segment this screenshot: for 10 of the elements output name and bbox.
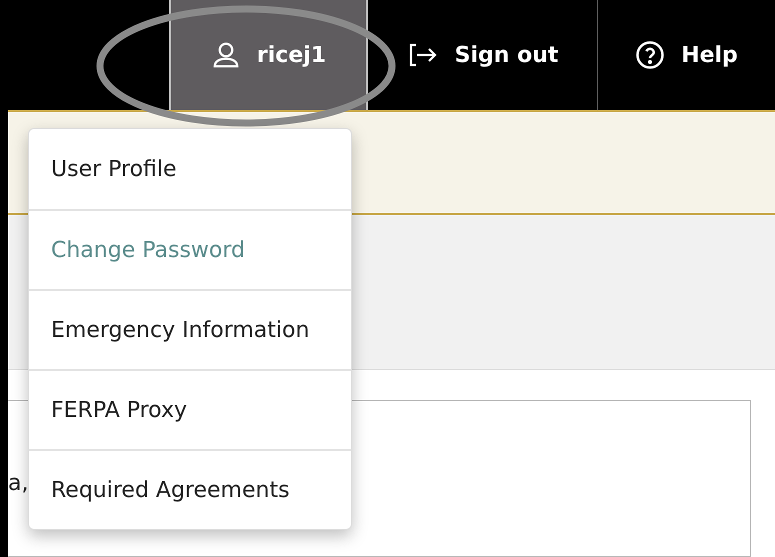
text-fragment: a,: [8, 473, 28, 495]
menu-item[interactable]: Change Password: [29, 209, 351, 289]
help-icon: [635, 40, 666, 70]
help-button[interactable]: Help: [598, 0, 775, 110]
menu-item[interactable]: Required Agreements: [29, 449, 351, 529]
user-icon: [210, 40, 241, 70]
menu-item[interactable]: FERPA Proxy: [29, 369, 351, 449]
menu-item[interactable]: User Profile: [29, 129, 351, 209]
menu-item[interactable]: Emergency Information: [29, 289, 351, 369]
user-button[interactable]: ricej1: [169, 0, 368, 110]
